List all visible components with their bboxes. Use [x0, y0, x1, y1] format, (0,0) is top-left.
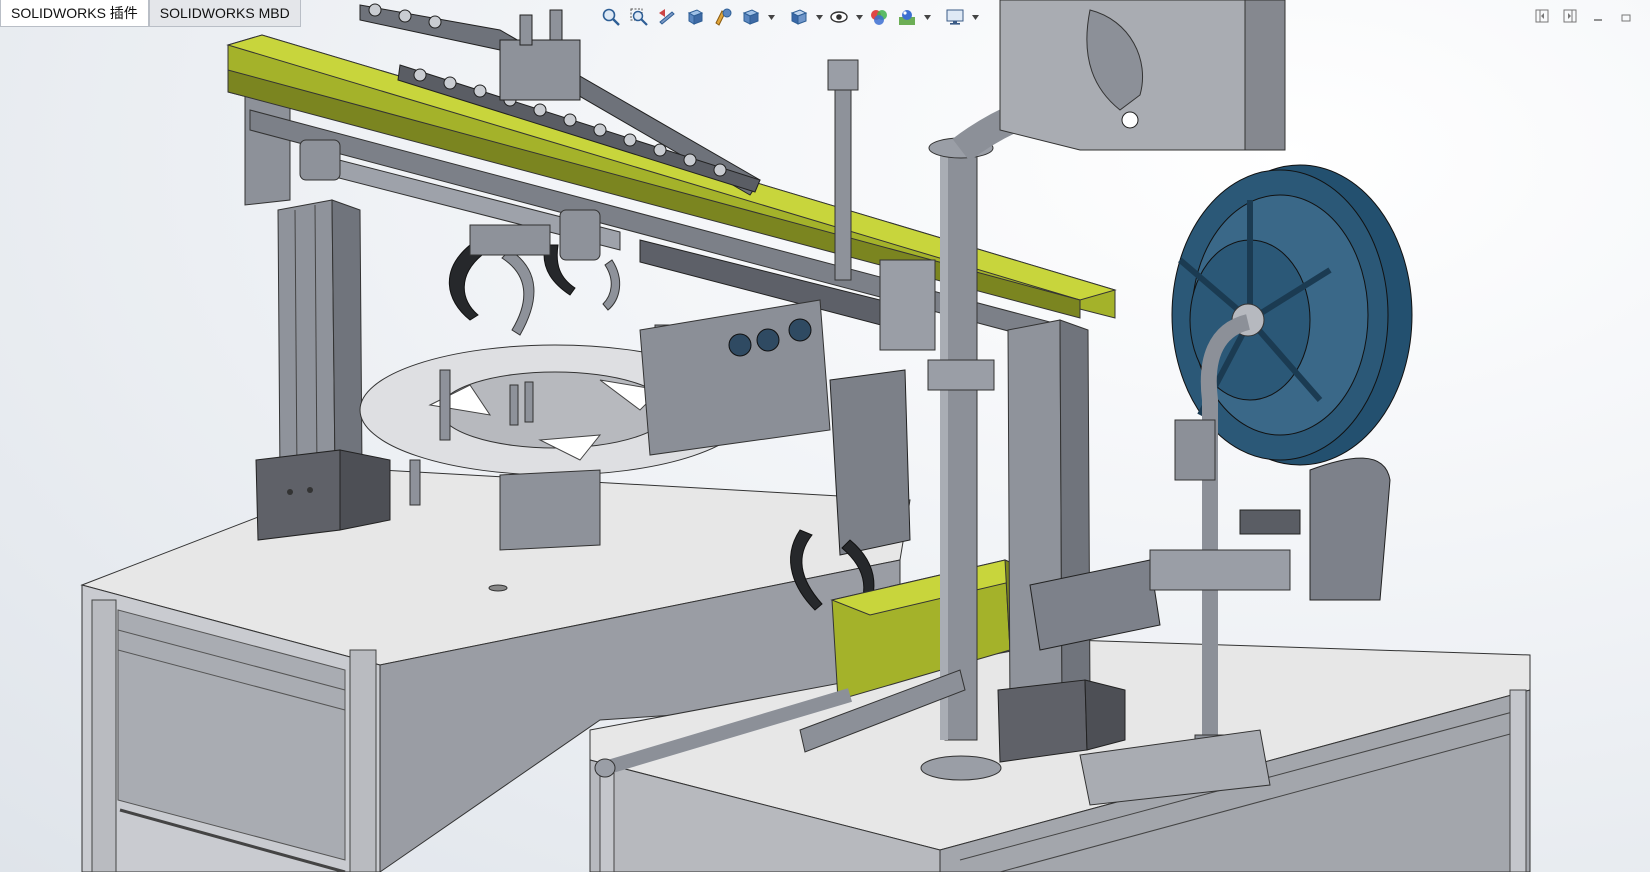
graphics-viewport[interactable]: [0, 0, 1650, 872]
view-orientation-dropdown[interactable]: [766, 5, 776, 29]
addin-tab-bar: SOLIDWORKS 插件 SOLIDWORKS MBD: [0, 0, 301, 28]
view-settings-icon[interactable]: [942, 5, 968, 29]
tab-solidworks-addins[interactable]: SOLIDWORKS 插件: [0, 0, 149, 27]
previous-view-icon[interactable]: [654, 5, 680, 29]
close-icon[interactable]: [1618, 8, 1634, 24]
hide-show-items-icon[interactable]: [826, 5, 852, 29]
display-style-icon[interactable]: [786, 5, 812, 29]
window-controls: [1534, 8, 1634, 24]
right-gantry-column[interactable]: [997, 319, 1126, 763]
hide-show-items-dropdown[interactable]: [854, 5, 864, 29]
tile-right-icon[interactable]: [1562, 8, 1578, 24]
minimize-icon[interactable]: [1590, 8, 1606, 24]
view-orientation-icon[interactable]: [738, 5, 764, 29]
display-style-dropdown[interactable]: [814, 5, 824, 29]
tab-solidworks-mbd[interactable]: SOLIDWORKS MBD: [148, 0, 301, 27]
zoom-to-area-icon[interactable]: [626, 5, 652, 29]
tile-left-icon[interactable]: [1534, 8, 1550, 24]
view-settings-dropdown[interactable]: [970, 5, 980, 29]
apply-scene-icon[interactable]: [894, 5, 920, 29]
heads-up-view-toolbar: [598, 3, 980, 31]
cad-assembly-model[interactable]: [0, 0, 1650, 872]
edit-appearance-icon[interactable]: [866, 5, 892, 29]
apply-scene-dropdown[interactable]: [922, 5, 932, 29]
dynamic-annotation-icon[interactable]: [710, 5, 736, 29]
zoom-to-fit-icon[interactable]: [598, 5, 624, 29]
section-view-icon[interactable]: [682, 5, 708, 29]
